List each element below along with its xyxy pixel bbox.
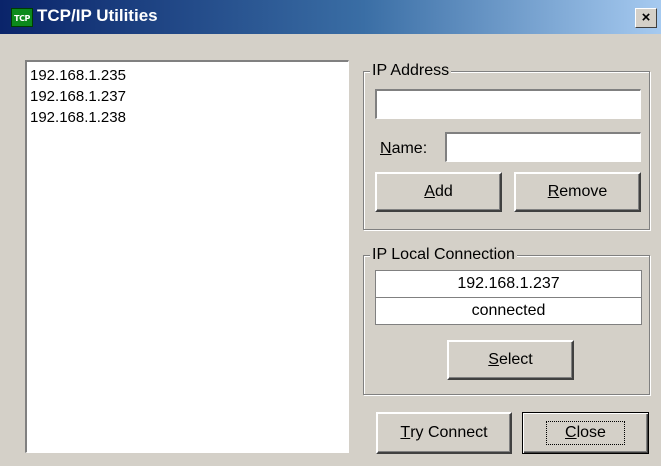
ip-address-input[interactable] bbox=[375, 89, 641, 119]
add-button[interactable]: Add bbox=[375, 172, 502, 212]
window-close-button[interactable]: × bbox=[635, 8, 657, 28]
list-item[interactable]: 192.168.1.235 bbox=[30, 65, 345, 86]
list-item[interactable]: 192.168.1.238 bbox=[30, 107, 345, 128]
close-icon: × bbox=[641, 9, 651, 26]
ip-local-connection-group: IP Local Connection 192.168.1.237 connec… bbox=[363, 245, 650, 395]
select-button[interactable]: Select bbox=[447, 340, 574, 380]
title-bar[interactable]: TCP TCP/IP Utilities × bbox=[0, 0, 661, 34]
tcp-app-icon: TCP bbox=[11, 8, 33, 27]
name-label: Name: bbox=[380, 140, 428, 157]
ip-address-list[interactable]: 192.168.1.235 192.168.1.237 192.168.1.23… bbox=[25, 60, 349, 453]
local-ip-readout: 192.168.1.237 bbox=[375, 270, 642, 298]
list-item[interactable]: 192.168.1.237 bbox=[30, 86, 345, 107]
remove-button[interactable]: Remove bbox=[514, 172, 641, 212]
ip-local-connection-legend: IP Local Connection bbox=[370, 245, 517, 265]
ip-address-group: IP Address Name: Add Remove bbox=[363, 61, 650, 230]
name-input[interactable] bbox=[445, 132, 641, 162]
window-title: TCP/IP Utilities bbox=[37, 6, 158, 25]
try-connect-button[interactable]: Try Connect bbox=[376, 412, 512, 454]
connection-status-readout: connected bbox=[375, 297, 642, 325]
ip-address-group-legend: IP Address bbox=[370, 61, 452, 81]
close-button[interactable]: Close bbox=[522, 412, 649, 454]
close-button-focus-ring: Close bbox=[546, 421, 625, 445]
